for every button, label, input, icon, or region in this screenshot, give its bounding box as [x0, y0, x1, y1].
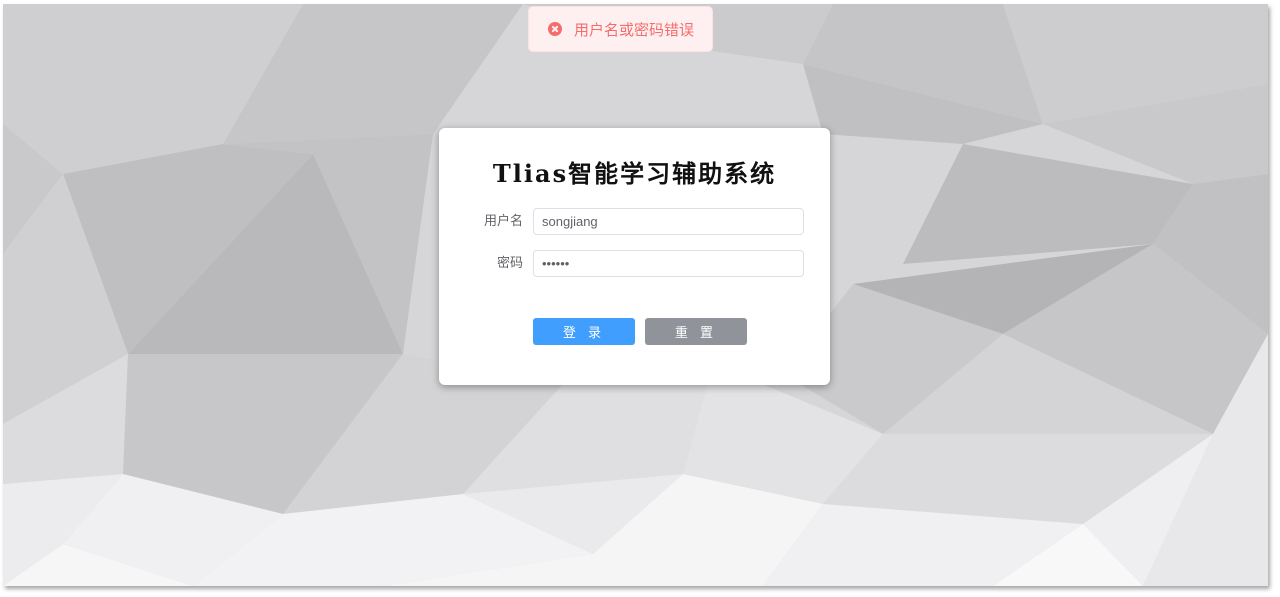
reset-button[interactable]: 重 置	[645, 318, 747, 345]
login-button[interactable]: 登 录	[533, 318, 635, 345]
page-frame: 用户名或密码错误 Tlias智能学习辅助系统 用户名 密码 登 录 重 置	[3, 4, 1268, 586]
password-label: 密码	[496, 256, 523, 271]
circle-close-icon	[548, 22, 562, 36]
login-title: Tlias智能学习辅助系统	[492, 159, 777, 188]
error-toast: 用户名或密码错误	[528, 6, 713, 52]
username-input[interactable]	[533, 208, 804, 235]
password-input[interactable]	[533, 250, 804, 277]
username-row: 用户名	[439, 208, 830, 236]
username-label: 用户名	[483, 214, 523, 229]
login-card: Tlias智能学习辅助系统 用户名 密码 登 录 重 置	[439, 128, 830, 385]
password-row: 密码	[439, 250, 830, 278]
toast-message: 用户名或密码错误	[574, 20, 695, 39]
